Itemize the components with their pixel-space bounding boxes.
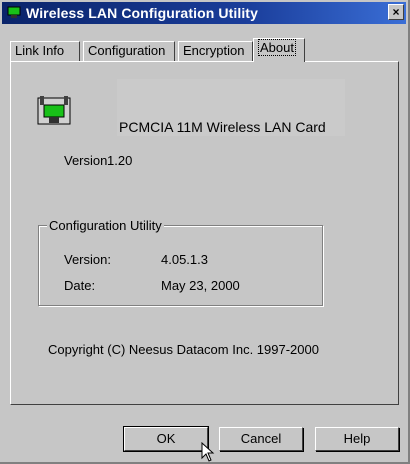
group-title: Configuration Utility <box>47 218 164 233</box>
window-title: Wireless LAN Configuration Utility <box>26 5 258 21</box>
network-card-icon <box>7 6 21 18</box>
utility-date-label: Date: <box>64 278 96 293</box>
tab-label: Link Info <box>15 43 65 58</box>
help-button[interactable]: Help <box>315 427 399 451</box>
tab-label: About <box>258 39 296 56</box>
dialog-window: Wireless LAN Configuration Utility × Lin… <box>0 0 410 464</box>
tab-link-info[interactable]: Link Info <box>10 41 80 61</box>
copyright-text: Copyright (C) Neesus Datacom Inc. 1997-2… <box>48 342 319 357</box>
mouse-pointer-icon <box>201 442 215 462</box>
version-value: 1.20 <box>107 153 133 168</box>
title-bar[interactable]: Wireless LAN Configuration Utility × <box>2 2 406 24</box>
tab-encryption[interactable]: Encryption <box>178 41 253 61</box>
ok-button[interactable]: OK <box>123 426 209 452</box>
close-button[interactable]: × <box>388 4 404 20</box>
network-card-icon <box>37 96 71 125</box>
tab-configuration[interactable]: Configuration <box>83 41 175 61</box>
tab-label: Encryption <box>183 43 245 58</box>
version-label: Version <box>64 153 108 168</box>
cancel-button[interactable]: Cancel <box>219 427 303 451</box>
product-name: PCMCIA 11M Wireless LAN Card <box>119 119 326 135</box>
tab-about[interactable]: About <box>253 38 305 62</box>
tab-label: Configuration <box>88 43 166 58</box>
utility-version-value: 4.05.1.3 <box>161 252 208 267</box>
utility-date-value: May 23, 2000 <box>161 278 240 293</box>
utility-version-label: Version: <box>64 252 111 267</box>
